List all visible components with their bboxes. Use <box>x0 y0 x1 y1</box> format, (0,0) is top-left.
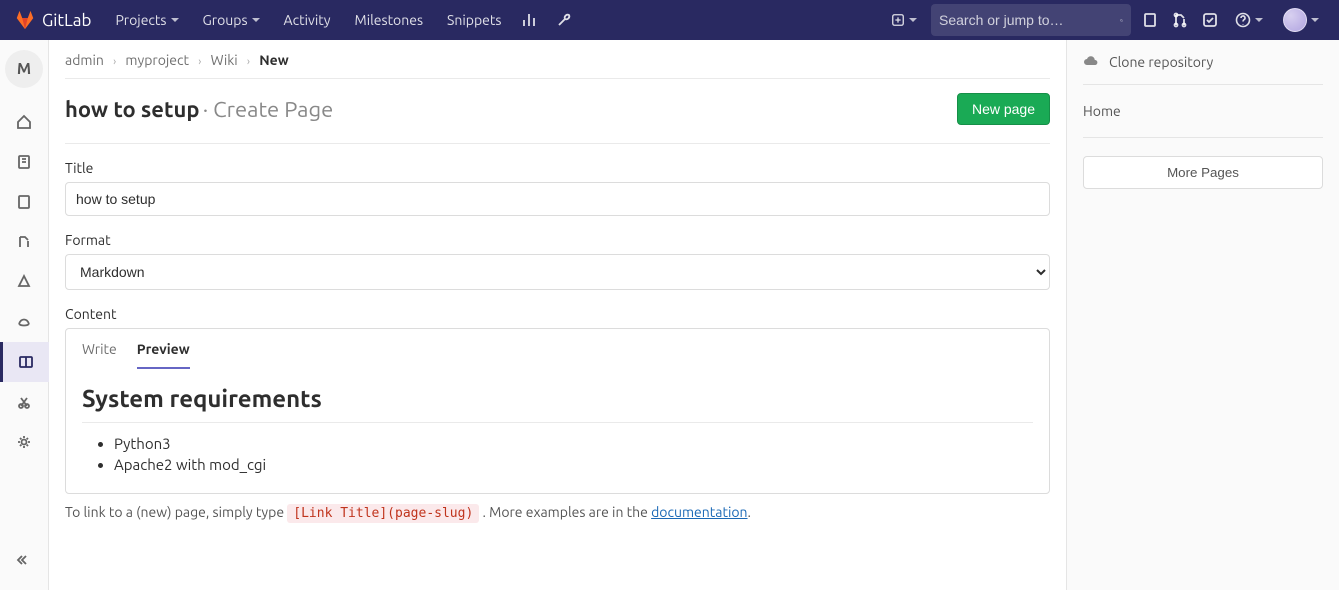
user-menu[interactable] <box>1273 0 1329 40</box>
content-editor: Write Preview System requirements Python… <box>65 328 1050 494</box>
primary-nav: Projects Groups Activity Milestones Snip… <box>105 0 579 40</box>
global-search[interactable] <box>931 4 1131 36</box>
brand-home[interactable]: GitLab <box>6 9 99 31</box>
wiki-sidebar: Clone repository Home More Pages <box>1067 40 1339 590</box>
preview-item: Apache2 with mod_cgi <box>114 456 1033 473</box>
side-ops-icon[interactable] <box>0 302 49 342</box>
side-settings-icon[interactable] <box>0 422 49 462</box>
nav-milestones[interactable]: Milestones <box>345 0 434 40</box>
side-repo-icon[interactable] <box>0 142 49 182</box>
link-hint: To link to a (new) page, simply type [Li… <box>65 504 1050 521</box>
side-collapse-icon[interactable] <box>0 540 49 580</box>
page-subtitle: · Create Page <box>203 97 334 122</box>
merge-requests-icon[interactable] <box>1165 0 1195 40</box>
side-wiki-icon[interactable] <box>0 342 49 382</box>
preview-pane: System requirements Python3 Apache2 with… <box>66 369 1049 493</box>
nav-metrics-icon[interactable] <box>515 0 545 40</box>
chevron-down-icon <box>909 18 917 22</box>
side-issues-icon[interactable] <box>0 182 49 222</box>
tab-write[interactable]: Write <box>82 341 117 369</box>
tab-preview[interactable]: Preview <box>137 341 190 369</box>
breadcrumb: admin › myproject › Wiki › New <box>65 40 1050 79</box>
gitlab-logo-icon <box>14 9 36 31</box>
bc-wiki[interactable]: Wiki <box>211 52 238 68</box>
clone-repository[interactable]: Clone repository <box>1083 54 1323 85</box>
more-pages-button[interactable]: More Pages <box>1083 156 1323 189</box>
todos-icon[interactable] <box>1195 0 1225 40</box>
plus-icon <box>891 13 905 27</box>
hint-code: [Link Title](page-slug) <box>287 504 479 523</box>
side-ci-icon[interactable] <box>0 262 49 302</box>
bc-current: New <box>259 52 288 68</box>
chevron-down-icon <box>1311 18 1319 22</box>
page-header: how to setup · Create Page New page <box>65 79 1050 144</box>
side-home-icon[interactable] <box>0 102 49 142</box>
nav-wrench-icon[interactable] <box>549 0 579 40</box>
documentation-link[interactable]: documentation <box>651 504 747 520</box>
top-header: GitLab Projects Groups Activity Mileston… <box>0 0 1339 40</box>
new-dropdown[interactable] <box>881 0 927 40</box>
brand-text: GitLab <box>42 11 91 30</box>
new-page-button[interactable]: New page <box>957 93 1050 125</box>
format-label: Format <box>65 232 1050 248</box>
chevron-down-icon <box>252 18 260 22</box>
search-input[interactable] <box>939 12 1120 28</box>
title-input[interactable] <box>65 182 1050 216</box>
nav-groups[interactable]: Groups <box>193 0 270 40</box>
bc-project[interactable]: myproject <box>125 52 189 68</box>
help-dropdown[interactable] <box>1225 0 1273 40</box>
project-avatar[interactable]: M <box>5 50 43 88</box>
issues-icon[interactable] <box>1135 0 1165 40</box>
format-select[interactable]: Markdown <box>65 254 1050 290</box>
nav-activity[interactable]: Activity <box>274 0 341 40</box>
page-title: how to setup <box>65 97 200 122</box>
nav-snippets[interactable]: Snippets <box>437 0 511 40</box>
help-icon <box>1235 12 1251 28</box>
cloud-download-icon <box>1083 54 1099 70</box>
title-label: Title <box>65 160 1050 176</box>
project-sidebar: M <box>0 40 49 590</box>
editor-tabs: Write Preview <box>66 329 1049 369</box>
preview-heading: System requirements <box>82 385 1033 423</box>
side-mr-icon[interactable] <box>0 222 49 262</box>
main-content: admin › myproject › Wiki › New how to se… <box>49 40 1067 590</box>
side-snippets-icon[interactable] <box>0 382 49 422</box>
chevron-down-icon <box>1255 18 1263 22</box>
wiki-home-link[interactable]: Home <box>1083 85 1323 138</box>
nav-projects[interactable]: Projects <box>105 0 188 40</box>
chevron-down-icon <box>171 18 179 22</box>
content-label: Content <box>65 306 1050 322</box>
bc-admin[interactable]: admin <box>65 52 104 68</box>
preview-item: Python3 <box>114 435 1033 452</box>
user-avatar <box>1283 8 1307 32</box>
search-icon <box>1120 13 1123 28</box>
